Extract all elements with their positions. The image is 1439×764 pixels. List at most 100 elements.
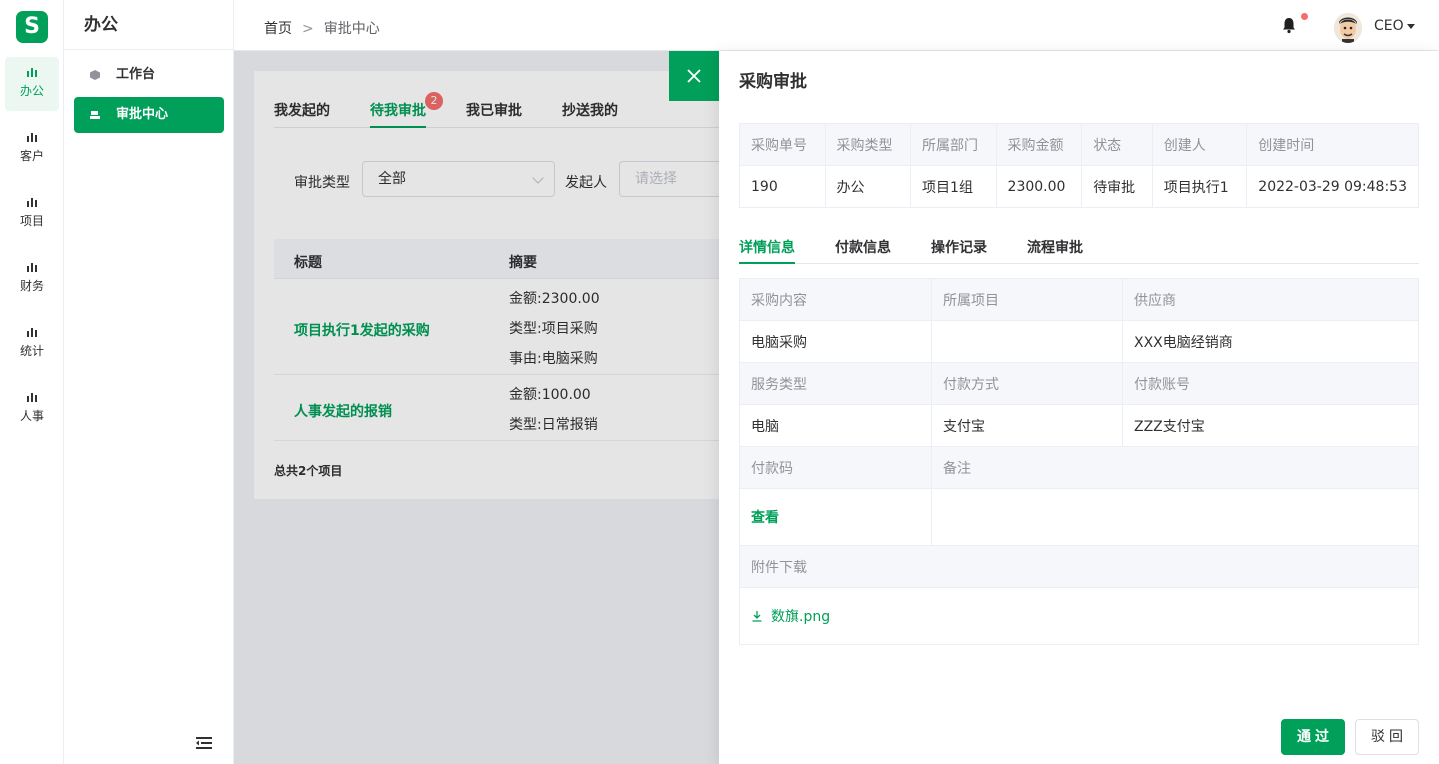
table-row: 查看	[739, 488, 1419, 546]
detail-label: 采购内容	[739, 278, 932, 321]
bar-chart-icon	[27, 133, 37, 142]
bar-chart-icon	[27, 198, 37, 207]
reject-button[interactable]: 驳回	[1355, 719, 1419, 755]
detail-label: 付款方式	[931, 362, 1123, 405]
detail-value: 电脑	[739, 404, 932, 447]
view-payment-code-link[interactable]: 查看	[751, 510, 779, 526]
rail-item-label: 统计	[19, 344, 44, 358]
table-row: 电脑采购 XXX电脑经销商	[739, 320, 1419, 363]
table-row: 采购内容 所属项目 供应商	[739, 278, 1419, 321]
app-logo[interactable]: S	[16, 11, 48, 43]
detail-label: 付款账号	[1122, 362, 1419, 405]
table-row: 付款码 备注	[739, 446, 1419, 489]
bell-icon[interactable]	[1280, 16, 1298, 34]
breadcrumb-separator: >	[302, 21, 314, 37]
top-header: 首页 > 审批中心 CEO	[234, 0, 1439, 51]
payment-code-cell: 查看	[739, 488, 932, 546]
detail-value: XXX电脑经销商	[1122, 320, 1419, 363]
notification-dot	[1301, 13, 1308, 20]
summary-header-cell: 所属部门	[910, 123, 997, 166]
tab-details[interactable]: 详情信息	[739, 237, 795, 264]
avatar-face-icon	[1334, 13, 1362, 43]
rail-item-label: 人事	[19, 409, 44, 423]
table-row: 190 办公 项目1组 2300.00 待审批 项目执行1 2022-03-29…	[739, 165, 1419, 208]
bar-chart-icon	[27, 393, 37, 402]
user-name: CEO	[1374, 18, 1404, 34]
bar-chart-icon	[27, 263, 37, 272]
download-icon	[752, 611, 762, 622]
tab-payment-info[interactable]: 付款信息	[835, 237, 891, 264]
detail-value: 电脑采购	[739, 320, 932, 363]
bar-chart-icon	[27, 328, 37, 337]
purchase-detail-table: 采购内容 所属项目 供应商 电脑采购 XXX电脑经销商 服务类型 付款方式 付款…	[739, 278, 1419, 645]
detail-label: 供应商	[1122, 278, 1419, 321]
rail-item-finance[interactable]: 财务	[5, 252, 59, 306]
summary-header-cell: 采购类型	[824, 123, 912, 166]
detail-label: 付款码	[739, 446, 932, 489]
rail-item-label: 项目	[19, 214, 44, 228]
table-row: 数旗.png	[739, 587, 1419, 645]
sidebar-item-label: 工作台	[116, 67, 156, 82]
summary-value-cell: 待审批	[1081, 165, 1153, 208]
rail-item-hr[interactable]: 人事	[5, 382, 59, 436]
summary-value-cell: 2022-03-29 09:48:53	[1246, 165, 1419, 208]
breadcrumb-current: 审批中心	[323, 21, 380, 37]
summary-value-cell: 190	[739, 165, 826, 208]
table-row: 电脑 支付宝 ZZZ支付宝	[739, 404, 1419, 447]
sidebar-item-approval-center[interactable]: 审批中心	[74, 97, 224, 133]
rail-item-statistics[interactable]: 统计	[5, 317, 59, 371]
avatar[interactable]	[1334, 13, 1362, 43]
rail-item-label: 办公	[19, 84, 44, 98]
app-rail: S 办公 客户 项目 财务 统计 人事	[0, 0, 64, 764]
sidebar-title: 办公	[64, 0, 233, 50]
stamp-icon	[90, 111, 100, 119]
drawer-close-button[interactable]	[669, 51, 719, 101]
bar-chart-icon	[27, 68, 37, 77]
rail-item-customer[interactable]: 客户	[5, 122, 59, 176]
purchase-summary-table: 采购单号 采购类型 所属部门 采购金额 状态 创建人 创建时间 190 办公 项…	[739, 123, 1419, 208]
summary-value-cell: 项目1组	[910, 165, 997, 208]
summary-header-cell: 创建人	[1151, 123, 1248, 166]
attachment-cell: 数旗.png	[739, 587, 1419, 645]
user-menu[interactable]: CEO	[1374, 18, 1415, 34]
detail-value: 支付宝	[931, 404, 1123, 447]
rail-item-label: 客户	[19, 149, 44, 163]
summary-value-cell: 办公	[824, 165, 912, 208]
summary-value-cell: 项目执行1	[1151, 165, 1248, 208]
collapse-menu-icon[interactable]	[196, 736, 212, 750]
attachment-filename: 数旗.png	[771, 609, 831, 625]
summary-header-cell: 采购单号	[739, 123, 826, 166]
tab-workflow[interactable]: 流程审批	[1027, 237, 1083, 264]
sub-sidebar: 办公 工作台 审批中心	[64, 0, 234, 764]
sidebar-item-label: 审批中心	[116, 107, 169, 122]
tab-operation-log[interactable]: 操作记录	[931, 237, 987, 264]
breadcrumb: 首页 > 审批中心	[264, 18, 380, 38]
summary-value-cell: 2300.00	[995, 165, 1083, 208]
detail-label: 所属项目	[931, 278, 1123, 321]
drawer-title: 采购审批	[739, 72, 807, 92]
sidebar-item-workbench[interactable]: 工作台	[74, 57, 224, 93]
detail-label: 备注	[931, 446, 1419, 489]
purchase-approval-drawer: 采购审批 采购单号 采购类型 所属部门 采购金额 状态 创建人 创建时间 190…	[719, 51, 1439, 764]
close-icon	[687, 69, 701, 83]
rail-item-office[interactable]: 办公	[5, 57, 59, 111]
summary-header-cell: 创建时间	[1246, 123, 1419, 166]
summary-header-cell: 采购金额	[995, 123, 1083, 166]
approve-button[interactable]: 通过	[1281, 719, 1345, 755]
drawer-backdrop[interactable]	[234, 51, 719, 764]
cube-icon	[90, 70, 100, 80]
detail-value: ZZZ支付宝	[1122, 404, 1419, 447]
table-row: 采购单号 采购类型 所属部门 采购金额 状态 创建人 创建时间	[739, 123, 1419, 166]
table-row: 附件下载	[739, 545, 1419, 588]
drawer-tabs: 详情信息 付款信息 操作记录 流程审批	[739, 237, 1419, 264]
detail-label: 服务类型	[739, 362, 932, 405]
rail-item-project[interactable]: 项目	[5, 187, 59, 241]
remark-value	[931, 488, 1419, 546]
table-row: 服务类型 付款方式 付款账号	[739, 362, 1419, 405]
caret-down-icon	[1406, 23, 1415, 29]
attachment-download-link[interactable]: 数旗.png	[751, 609, 830, 625]
rail-item-label: 财务	[19, 279, 44, 293]
detail-label: 附件下载	[739, 545, 1419, 588]
summary-header-cell: 状态	[1081, 123, 1153, 166]
breadcrumb-home[interactable]: 首页	[264, 21, 292, 37]
